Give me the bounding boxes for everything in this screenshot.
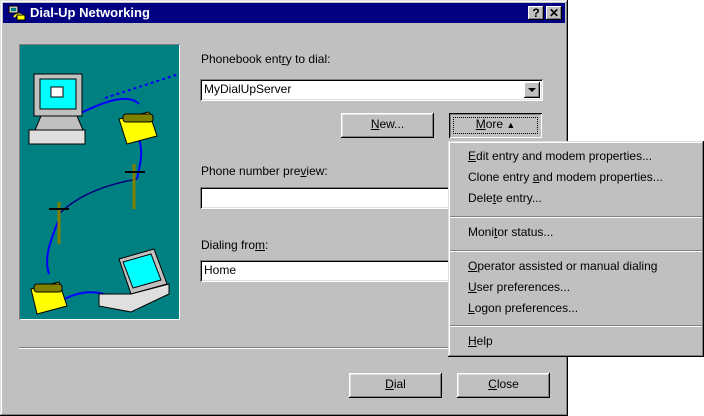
close-icon: ✕	[548, 6, 560, 20]
phonebook-combobox[interactable]: MyDialUpServer	[200, 79, 543, 101]
menu-item-monitor-status[interactable]: Monitor status...	[468, 225, 553, 239]
menu-item-help[interactable]: Help	[468, 334, 493, 348]
preview-label-part: iew:	[306, 164, 328, 178]
dialup-app-icon	[8, 5, 26, 21]
phonebook-label: Phonebook entry to dial:	[201, 52, 330, 66]
dialing-from-label-part: :	[265, 238, 269, 252]
close-caption-button[interactable]: ✕	[546, 6, 562, 20]
phone-preview-label: Phone number preview:	[201, 164, 328, 178]
title-bar[interactable]: Dial-Up Networking ? ✕	[3, 3, 565, 23]
menu-separator	[450, 250, 702, 252]
menu-item-clone-entry[interactable]: Clone entry and modem properties...	[468, 170, 663, 184]
chevron-down-icon	[528, 88, 536, 92]
phonebook-dropdown-button[interactable]	[524, 82, 540, 98]
dial-button-label: ial	[393, 377, 406, 391]
menu-item-operator-assisted[interactable]: Operator assisted or manual dialing	[468, 259, 657, 273]
new-button[interactable]: New...	[341, 113, 434, 138]
phonebook-label-part: y to dial:	[285, 52, 331, 66]
help-icon: ?	[532, 6, 540, 20]
phonebook-value: MyDialUpServer	[204, 82, 292, 96]
menu-item-logon-preferences[interactable]: Logon preferences...	[468, 301, 578, 315]
dialing-from-label-part: Dialing fro	[201, 238, 256, 252]
preview-label-part: Phone number pre	[201, 164, 301, 178]
dialing-from-value: Home	[204, 263, 237, 277]
new-button-label: ew...	[379, 117, 405, 131]
dialing-from-label-mnemonic: m	[255, 238, 266, 252]
dial-button[interactable]: Dial	[349, 373, 442, 398]
help-caption-button[interactable]: ?	[528, 6, 544, 20]
close-button[interactable]: Close	[457, 373, 550, 398]
dialing-from-label: Dialing from:	[201, 238, 268, 252]
window-title: Dial-Up Networking	[30, 5, 150, 20]
menu-separator	[450, 216, 702, 218]
dialup-illustration	[19, 44, 180, 320]
network-diagram-graphic	[28, 73, 180, 315]
close-button-label: lose	[496, 377, 519, 391]
menu-item-user-preferences[interactable]: User preferences...	[468, 280, 570, 294]
menu-separator	[450, 325, 702, 327]
close-button-mnemonic: C	[488, 377, 497, 391]
menu-item-delete-entry[interactable]: Delete entry...	[468, 191, 542, 205]
more-dropdown-menu: Edit entry and modem properties... Clone…	[448, 141, 704, 357]
more-button[interactable]: More ▲	[449, 113, 542, 138]
menu-item-edit-entry[interactable]: Edit entry and modem properties...	[468, 149, 652, 163]
phonebook-label-part: Phonebook ent	[201, 52, 282, 66]
dial-button-mnemonic: D	[385, 377, 394, 391]
